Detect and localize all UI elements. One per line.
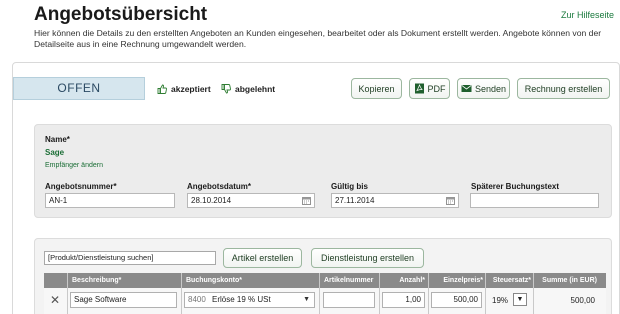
column-divider [533, 273, 534, 314]
column-header-sum: Summe (in EUR) [542, 277, 597, 284]
send-button-label: Senden [474, 83, 507, 94]
recipient-name: Sage [45, 148, 65, 157]
change-recipient-link[interactable]: Empfänger ändern [45, 162, 103, 169]
valid-until-label: Gültig bis [331, 182, 368, 191]
pdf-icon [414, 83, 424, 94]
create-service-button[interactable]: Dienstleistung erstellen [311, 248, 424, 268]
row-quantity-input[interactable]: 1,00 [382, 292, 425, 308]
column-header-unit-price: Einzelpreis* [443, 277, 483, 284]
valid-until-field[interactable]: 27.11.2014 [331, 193, 459, 208]
create-invoice-label: Rechnung erstellen [524, 83, 603, 94]
row-sum: 500,00 [570, 296, 595, 305]
column-divider [319, 273, 320, 314]
booking-text-field[interactable] [470, 193, 599, 208]
column-header-quantity: Anzahl* [399, 277, 425, 284]
rejected-label: abgelehnt [235, 84, 276, 94]
column-divider [485, 273, 486, 314]
row-account-select[interactable]: 8400 Erlöse 19 % USt ▼ [184, 292, 315, 308]
offer-number-field[interactable]: AN-1 [45, 193, 175, 208]
row-tax-rate: 19% [492, 296, 509, 305]
status-badge: OFFEN [13, 77, 145, 100]
thumbs-up-icon [157, 84, 167, 94]
product-search-input[interactable]: [Produkt/Dienstleistung suchen] [44, 251, 216, 265]
calendar-icon[interactable] [446, 196, 455, 205]
envelope-icon [461, 85, 472, 92]
delete-row-icon[interactable]: ✕ [50, 293, 60, 307]
create-article-label: Artikel erstellen [231, 253, 294, 263]
column-header-account: Buchungskonto* [186, 277, 242, 284]
name-label: Name* [45, 135, 70, 144]
copy-button-label: Kopieren [358, 83, 395, 94]
tax-rate-dropdown[interactable]: ▼ [513, 293, 527, 306]
column-divider [428, 273, 429, 314]
accepted-label: akzeptiert [171, 84, 211, 94]
create-article-button[interactable]: Artikel erstellen [223, 248, 302, 268]
column-divider [67, 273, 68, 314]
mark-rejected-button[interactable]: abgelehnt [221, 84, 275, 94]
column-divider [379, 273, 380, 314]
column-divider [181, 273, 182, 314]
create-invoice-button[interactable]: Rechnung erstellen [517, 78, 610, 99]
page-title: Angebotsübersicht [34, 4, 208, 25]
page-description: Hier können die Details zu den erstellte… [34, 28, 602, 49]
offer-date-label: Angebotsdatum* [187, 182, 251, 191]
valid-until-value: 27.11.2014 [335, 196, 375, 205]
column-header-article-number: Artikelnummer [324, 277, 374, 284]
account-number: 8400 [188, 295, 206, 304]
help-link[interactable]: Zur Hilfeseite [561, 10, 614, 20]
column-header-tax-rate: Steuersatz* [492, 277, 531, 284]
pdf-button-label: PDF [427, 83, 446, 94]
mark-accepted-button[interactable]: akzeptiert [157, 84, 211, 94]
thumbs-down-icon [221, 84, 231, 94]
row-unit-price-input[interactable]: 500,00 [431, 292, 482, 308]
offer-number-label: Angebotsnummer* [45, 182, 117, 191]
copy-button[interactable]: Kopieren [351, 78, 402, 99]
row-description-input[interactable]: Sage Software [70, 292, 177, 308]
create-service-label: Dienstleistung erstellen [320, 253, 415, 263]
chevron-down-icon: ▼ [303, 296, 310, 303]
calendar-icon[interactable] [302, 196, 311, 205]
account-name: Erlöse 19 % USt [212, 295, 271, 304]
row-article-number-input[interactable] [323, 292, 375, 308]
column-header-description: Beschreibung* [72, 277, 122, 284]
chevron-down-icon: ▼ [516, 296, 524, 303]
offer-date-field[interactable]: 28.10.2014 [187, 193, 315, 208]
send-button[interactable]: Senden [457, 78, 510, 99]
offer-date-value: 28.10.2014 [191, 196, 232, 205]
pdf-button[interactable]: PDF [409, 78, 450, 99]
booking-text-label: Späterer Buchungstext [471, 182, 560, 191]
